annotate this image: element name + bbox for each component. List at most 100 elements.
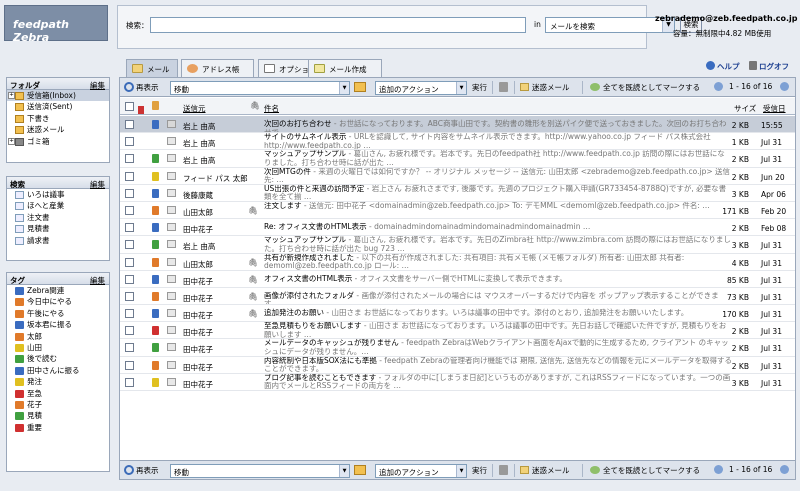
refresh-button[interactable]: 再表示 [124,82,159,93]
expand-icon[interactable]: + [8,92,15,99]
row-checkbox[interactable] [125,257,134,267]
message-row[interactable]: 田中花子 🖇 オフィス文書のHTML表示 - オフィス文書をサーバー側でHTMLに変… [120,271,795,288]
row-subject-preview: メールデータのキャッシュが残りません - feedpath ZebraはWebク… [264,339,732,355]
actions-select[interactable]: 追加のアクション ▼ [375,81,467,95]
select-all-checkbox[interactable] [125,102,134,111]
folder-label: 送信済(Sent) [27,102,73,112]
size-column-header[interactable]: サイズ [734,103,756,114]
message-row[interactable]: 岩上 由高 マッシュアップサンプル - 葛山さん, お疲れ様です。岩本です。先日の… [120,236,795,254]
spam-button[interactable]: 迷惑メール [520,82,570,93]
execute-button[interactable]: 実行 [472,465,487,476]
row-checkbox[interactable] [125,137,134,147]
tag-column-icon[interactable] [152,101,159,110]
tag-item[interactable]: 午後にやる [7,308,109,319]
folder-inbox[interactable]: + 受信箱(Inbox) [7,90,109,102]
message-row[interactable]: 田中花子 🖇 追加発注のお願い - 山田さま お世話になっております。いろは議事の田… [120,305,795,323]
row-checkbox[interactable] [125,326,134,336]
tag-item[interactable]: 田中さんに振る [7,365,109,376]
message-row[interactable]: 田中花子 🖇 画像が添付されたフォルダ - 画像が添付されたメールの場合には マウス… [120,288,795,306]
mark-all-read-button[interactable]: 全てを既読としてマークする [590,82,700,93]
subject-column-header[interactable]: 件名 [264,103,279,114]
logout-link[interactable]: ログオフ [749,61,789,72]
row-checkbox[interactable] [125,188,134,198]
row-subject-preview: マッシュアップサンプル - 葛山さん, お疲れ様です。岩本です。先日のfeedp… [264,150,732,166]
message-row[interactable]: 山田太郎 🖇 共有が新規作成されました - 以下の共有が作成されました: 共有項目:… [120,254,795,271]
tag-item[interactable]: 後で読む [7,353,109,364]
help-link[interactable]: ヘルプ [706,61,740,72]
move-select[interactable]: 移動 ▼ [170,464,350,478]
row-subject-preview: 内容統制や日本版SOX法にも準拠 - feedpath Zebraの管理者向け機… [264,357,732,373]
message-row[interactable]: 岩上 由高 次回のお打ち合わせ - お世話になっております。ABC商事山田です。契… [120,116,795,134]
tag-item[interactable]: 今日中にやる [7,296,109,307]
folder-trash[interactable]: + ゴミ箱 [7,136,109,147]
message-row[interactable]: 山田太郎 🖇 注文します - 送信元: 田中花子 <domainadmin@zeb.… [120,202,795,220]
toolbar-divider [582,81,583,94]
message-row[interactable]: フィード パス 太郎 次回MTGの件 - 来週の火曜日では如何ですか？ -- オリ… [120,168,795,185]
next-page-button[interactable] [780,82,789,92]
tab-mail[interactable]: メール [126,59,178,77]
tag-item[interactable]: Zebra関連 [7,285,109,296]
message-row[interactable]: 岩上 由高 マッシュアップサンプル - 葛山さん, お疲れ様です。岩本です。先日の… [120,150,795,168]
tag-item[interactable]: 重要 [7,422,109,433]
paperclip-icon[interactable]: 🖇 [250,101,260,110]
tag-item[interactable]: 至急 [7,388,109,399]
date-column-header[interactable]: 受信日 [763,103,786,114]
from-column-header[interactable]: 送信元 [183,103,206,114]
search-input[interactable] [150,17,526,33]
spam-button[interactable]: 迷惑メール [520,465,570,476]
row-checkbox[interactable] [125,240,134,250]
saved-search-item[interactable]: いろは議事 [7,189,109,200]
folder-move-icon[interactable] [354,465,366,475]
saved-search-item[interactable]: ほへと産業 [7,200,109,211]
row-checkbox[interactable] [125,154,134,164]
prev-page-button[interactable] [714,82,723,92]
tag-item[interactable]: 坂本君に振る [7,319,109,330]
expand-icon[interactable]: + [8,137,15,145]
refresh-button[interactable]: 再表示 [124,465,159,476]
saved-search-item[interactable]: 注文書 [7,212,109,223]
row-checkbox[interactable] [125,171,134,181]
folder-spam[interactable]: 迷惑メール [7,124,109,135]
message-row[interactable]: 田中花子 至急見積もりをお願いします - 山田さま お世話になっております。いろは… [120,322,795,340]
folder-drafts[interactable]: 下書き [7,113,109,124]
delete-icon[interactable] [499,82,508,92]
message-row[interactable]: 田中花子 内容統制や日本版SOX法にも準拠 - feedpath Zebraの管理… [120,357,795,374]
tag-icon [15,378,24,387]
row-checkbox[interactable] [125,360,134,370]
message-row[interactable]: 後藤康蔵 US出張の件と来週の訪問予定 - 岩上さん お疲れさまです, 後藤です。… [120,185,795,202]
saved-search-item[interactable]: 請求書 [7,235,109,246]
row-checkbox[interactable] [125,343,134,353]
delete-icon[interactable] [499,465,508,475]
message-row[interactable]: 田中花子 Re: オフィス文書のHTML表示 - domainadmindomai… [120,219,795,237]
row-checkbox[interactable] [125,205,134,215]
actions-select[interactable]: 追加のアクション ▼ [375,464,467,478]
saved-search-item[interactable]: 見積書 [7,223,109,234]
row-checkbox[interactable] [125,291,134,301]
prev-page-button[interactable] [714,465,723,475]
tag-item[interactable]: 花子 [7,399,109,410]
message-row[interactable]: 田中花子 メールデータのキャッシュが残りません - feedpath Zebraは… [120,339,795,357]
tag-item[interactable]: 見積 [7,410,109,421]
folder-sent[interactable]: 送信済(Sent) [7,101,109,112]
row-date: Jul 31 [761,155,782,165]
mark-all-read-button[interactable]: 全てを既読としてマークする [590,465,700,476]
row-from: 岩上 由高 [183,242,216,252]
tag-item[interactable]: 山田 [7,342,109,353]
next-page-button[interactable] [780,465,789,475]
row-checkbox[interactable] [125,274,134,284]
row-checkbox[interactable] [125,120,134,129]
message-row[interactable]: 岩上 由高 サイトのサムネイル表示 - URLを認識して, サイト内容をサムネイル… [120,133,795,151]
row-checkbox[interactable] [125,309,134,319]
row-checkbox[interactable] [125,377,134,387]
tab-compose[interactable]: メール作成 [308,59,382,77]
row-from: 山田太郎 [183,207,213,217]
row-from: 田中花子 [183,311,213,321]
tag-item[interactable]: 発注 [7,376,109,387]
tag-item[interactable]: 太郎 [7,331,109,342]
message-row[interactable]: 田中花子 ブログ記事を読むこともできます - フォルダの中に[しまうま日記]という… [120,374,795,391]
execute-button[interactable]: 実行 [472,82,487,93]
tab-address-book[interactable]: アドレス帳 [181,59,254,77]
folder-move-icon[interactable] [354,82,366,92]
row-checkbox[interactable] [125,223,134,233]
move-select[interactable]: 移動 ▼ [170,81,350,95]
